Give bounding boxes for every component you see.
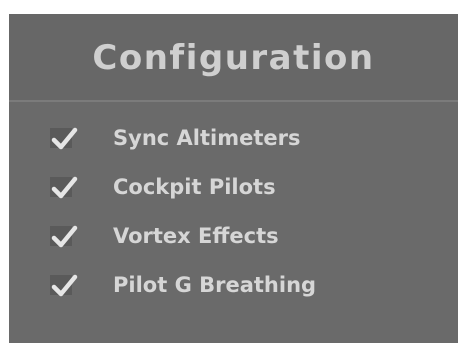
option-label: Pilot G Breathing [113,273,317,297]
checkbox-cockpit-pilots[interactable] [50,176,78,199]
configuration-panel: Configuration Sync Altimeters Cockpit Pi [9,14,458,343]
option-label: Sync Altimeters [113,126,301,150]
checkbox-pilot-g-breathing[interactable] [50,274,78,297]
checkbox-vortex-effects[interactable] [50,225,78,248]
checkmark-icon [51,274,78,297]
option-pilot-g-breathing[interactable]: Pilot G Breathing [9,271,458,297]
panel-title: Configuration [92,38,375,78]
checkmark-icon [51,225,78,248]
option-label: Vortex Effects [113,224,279,248]
option-label: Cockpit Pilots [113,175,276,199]
screenshot-frame: Configuration Sync Altimeters Cockpit Pi [0,0,460,343]
option-sync-altimeters[interactable]: Sync Altimeters [9,124,458,150]
option-list: Sync Altimeters Cockpit Pilots Vortex Ef… [9,124,458,320]
checkmark-icon [51,176,78,199]
checkbox-sync-altimeters[interactable] [50,127,78,150]
checkmark-icon [51,127,78,150]
option-vortex-effects[interactable]: Vortex Effects [9,222,458,248]
panel-header: Configuration [9,14,458,100]
option-cockpit-pilots[interactable]: Cockpit Pilots [9,173,458,199]
header-divider [9,100,458,102]
